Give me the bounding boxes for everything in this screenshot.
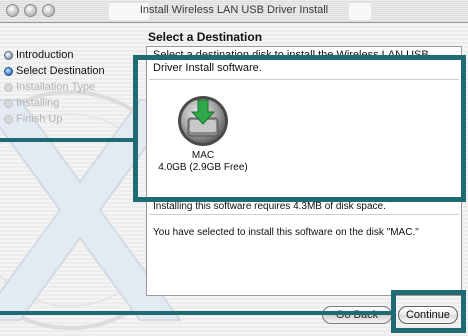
- step-finish-up: Finish Up: [4, 111, 144, 127]
- disk-name: MAC: [191, 150, 215, 161]
- installer-steps-list: Introduction Select Destination Installa…: [4, 47, 144, 127]
- hard-disk-install-icon: [176, 94, 230, 148]
- step-label: Finish Up: [16, 113, 63, 125]
- destination-description: Select a destination disk to install the…: [153, 49, 429, 74]
- disk-item-mac[interactable]: MAC 4.0GB (2.9GB Free): [157, 88, 249, 173]
- step-label: Installation Type: [16, 81, 96, 93]
- step-installing: Installing: [4, 95, 144, 111]
- window-title: Install Wireless LAN USB Driver Install: [139, 4, 329, 16]
- disk-size: 4.0GB (2.9GB Free): [158, 162, 248, 173]
- step-label: Introduction: [16, 49, 74, 61]
- step-introduction: Introduction: [4, 47, 144, 63]
- page-title: Select a Destination: [148, 30, 263, 44]
- continue-button[interactable]: Continue: [398, 306, 458, 324]
- step-installation-type: Installation Type: [4, 79, 144, 95]
- disk-space-requirement: Installing this software requires 4.3MB …: [153, 201, 386, 212]
- step-label: Installing: [16, 97, 60, 109]
- installer-window: Install Wireless LAN USB Driver Install …: [0, 0, 468, 336]
- step-pending-bullet-icon: [4, 114, 13, 124]
- callout-line: [0, 138, 133, 142]
- step-select-destination: Select Destination: [4, 63, 144, 79]
- step-done-bullet-icon: [4, 50, 13, 60]
- callout-line: [0, 311, 391, 315]
- step-current-bullet-icon: [4, 66, 13, 76]
- step-pending-bullet-icon: [4, 82, 13, 92]
- destination-pane: Select a destination disk to install the…: [146, 46, 462, 296]
- step-label: Select Destination: [16, 65, 105, 77]
- step-pending-bullet-icon: [4, 98, 13, 108]
- title-bar[interactable]: Install Wireless LAN USB Driver Install: [0, 0, 468, 23]
- disk-list[interactable]: MAC 4.0GB (2.9GB Free): [149, 79, 459, 215]
- selection-summary: You have selected to install this softwa…: [153, 227, 419, 238]
- go-back-button[interactable]: Go Back: [322, 306, 392, 324]
